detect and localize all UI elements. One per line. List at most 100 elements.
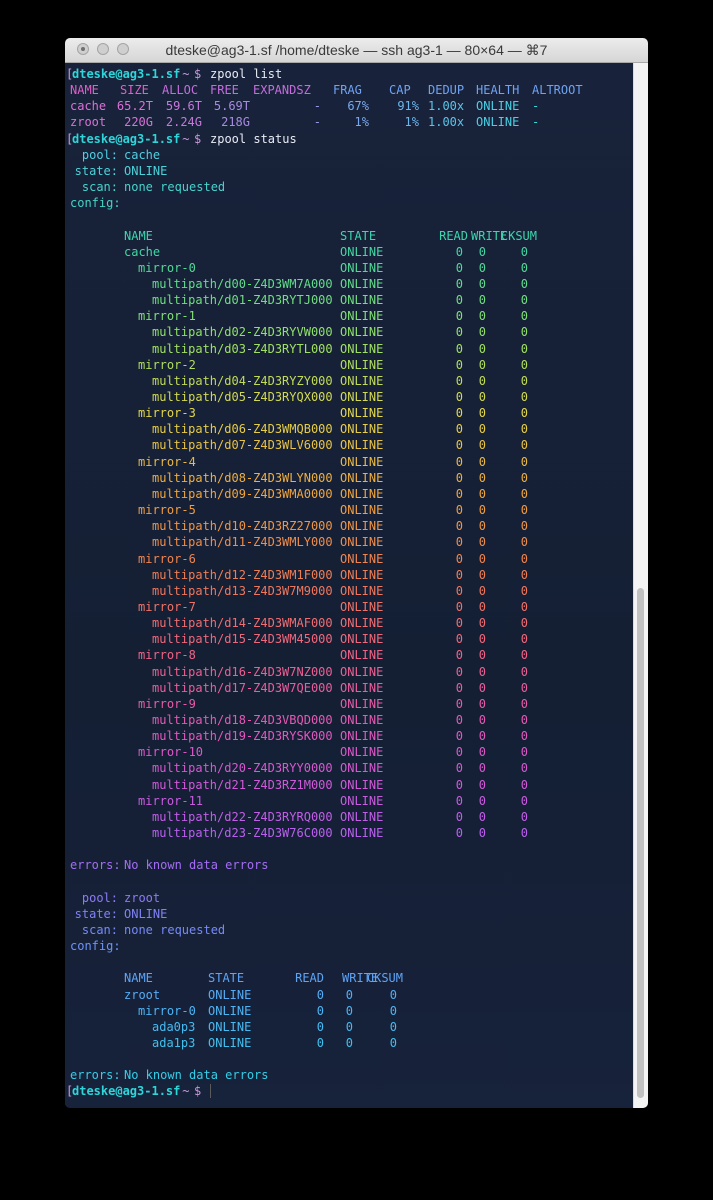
read-errors: 0	[455, 680, 463, 695]
vdev-state: ONLINE	[340, 422, 384, 437]
write-errors: 0	[478, 519, 486, 534]
device-name: multipath/d17-Z4D3W7QE000	[152, 680, 333, 695]
scrollbar-thumb[interactable]	[637, 588, 644, 1098]
vdev-state: ONLINE	[340, 535, 384, 550]
cksum-errors: 0	[520, 551, 528, 566]
list-header-cell: DEDUP	[428, 83, 465, 98]
write-errors: 0	[478, 632, 486, 647]
device-name: multipath/d00-Z4D3WM7A000	[152, 276, 333, 291]
device-name: cache	[124, 244, 161, 259]
vdev-name: mirror-11	[138, 793, 204, 808]
cksum-errors: 0	[520, 244, 528, 259]
command-text: zpool list	[210, 67, 283, 81]
status-header-state: STATE	[340, 228, 377, 243]
read-errors: 0	[455, 826, 463, 841]
write-errors: 0	[478, 745, 486, 760]
read-errors: 0	[455, 696, 463, 711]
cksum-errors: 0	[520, 616, 528, 631]
vdev-name: mirror-7	[138, 599, 196, 614]
terminal-window: dteske@ag3-1.sf /home/dteske — ssh ag3-1…	[65, 38, 648, 1108]
device-name: multipath/d07-Z4D3WLV6000	[152, 438, 333, 453]
read-errors: 0	[316, 987, 324, 1002]
list-cell: ONLINE	[476, 99, 520, 114]
cksum-errors: 0	[389, 1036, 397, 1050]
device-name: ada0p3	[152, 1019, 196, 1034]
pool-info-label: state:	[74, 163, 118, 178]
vdev-name: mirror-1	[138, 309, 196, 324]
read-errors: 0	[455, 309, 463, 324]
cksum-errors: 0	[520, 632, 528, 647]
vdev-state: ONLINE	[340, 551, 384, 566]
write-errors: 0	[478, 535, 486, 550]
vdev-state: ONLINE	[340, 809, 384, 824]
list-header-cell: EXPANDSZ	[253, 83, 311, 98]
pool-info-label: scan:	[81, 180, 118, 195]
read-errors: 0	[455, 729, 463, 744]
read-errors: 0	[455, 293, 463, 308]
write-errors: 0	[478, 777, 486, 792]
read-errors: 0	[455, 373, 463, 388]
vdev-state: ONLINE	[340, 616, 384, 631]
write-errors: 0	[478, 809, 486, 824]
device-name: multipath/d03-Z4D3RYTL000	[152, 341, 333, 356]
vdev-state: ONLINE	[340, 793, 384, 808]
cksum-errors: 0	[520, 826, 528, 841]
prompt-user-host: dteske@ag3-1.sf	[72, 131, 181, 146]
pool-info-value: none requested	[124, 180, 226, 195]
device-name: multipath/d12-Z4D3WM1F000	[152, 567, 333, 582]
vdev-state: ONLINE	[340, 826, 384, 841]
write-errors: 0	[345, 987, 353, 1002]
read-errors: 0	[455, 567, 463, 582]
cksum-errors: 0	[520, 696, 528, 711]
vdev-state: ONLINE	[340, 632, 384, 647]
device-name: multipath/d05-Z4D3RYQX000	[152, 390, 333, 404]
prompt-user-host: dteske@ag3-1.sf	[72, 1084, 181, 1099]
config-label: config:	[70, 196, 121, 211]
cksum-errors: 0	[520, 809, 528, 824]
device-name: multipath/d23-Z4D3W76C000	[152, 826, 333, 841]
status-header-read: READ	[295, 971, 324, 986]
cksum-errors: 0	[520, 729, 528, 744]
read-errors: 0	[455, 390, 463, 404]
cksum-errors: 0	[520, 793, 528, 808]
vdev-state: ONLINE	[340, 713, 384, 727]
vdev-state: ONLINE	[340, 373, 384, 388]
cursor	[210, 1084, 211, 1099]
scrollbar[interactable]	[633, 63, 648, 1108]
cksum-errors: 0	[520, 276, 528, 291]
write-errors: 0	[478, 260, 486, 275]
errors-value: No known data errors	[124, 1068, 269, 1083]
read-errors: 0	[316, 1036, 324, 1050]
vdev-name: mirror-4	[138, 454, 196, 469]
write-errors: 0	[345, 1019, 353, 1034]
cksum-errors: 0	[520, 373, 528, 388]
vdev-state: ONLINE	[340, 648, 384, 663]
list-cell: ONLINE	[476, 115, 520, 130]
vdev-state: ONLINE	[340, 503, 384, 518]
vdev-state: ONLINE	[340, 583, 384, 598]
cksum-errors: 0	[520, 293, 528, 308]
write-errors: 0	[478, 470, 486, 485]
read-errors: 0	[455, 616, 463, 631]
cksum-errors: 0	[520, 648, 528, 663]
list-cell: 1%	[404, 115, 419, 130]
vdev-state: ONLINE	[340, 761, 384, 776]
read-errors: 0	[455, 632, 463, 647]
cksum-errors: 0	[389, 1019, 397, 1034]
device-name: multipath/d10-Z4D3RZ27000	[152, 519, 333, 534]
read-errors: 0	[455, 325, 463, 340]
write-errors: 0	[478, 680, 486, 695]
device-name: multipath/d15-Z4D3WM45000	[152, 632, 333, 647]
cksum-errors: 0	[520, 341, 528, 356]
list-header-cell: FREE	[210, 83, 239, 98]
terminal-output[interactable]: [dteske@ag3-1.sf ~ $ zpool list NAME SIZE AL…	[65, 63, 633, 1108]
cksum-errors: 0	[520, 664, 528, 679]
vdev-name: mirror-8	[138, 648, 196, 663]
pool-info-label: pool:	[81, 147, 118, 162]
pool-info-value: ONLINE	[124, 163, 168, 178]
read-errors: 0	[316, 1019, 324, 1034]
read-errors: 0	[455, 244, 463, 259]
vdev-state: ONLINE	[208, 1003, 252, 1018]
vdev-state: ONLINE	[340, 325, 384, 340]
errors-label: errors:	[70, 1068, 121, 1083]
